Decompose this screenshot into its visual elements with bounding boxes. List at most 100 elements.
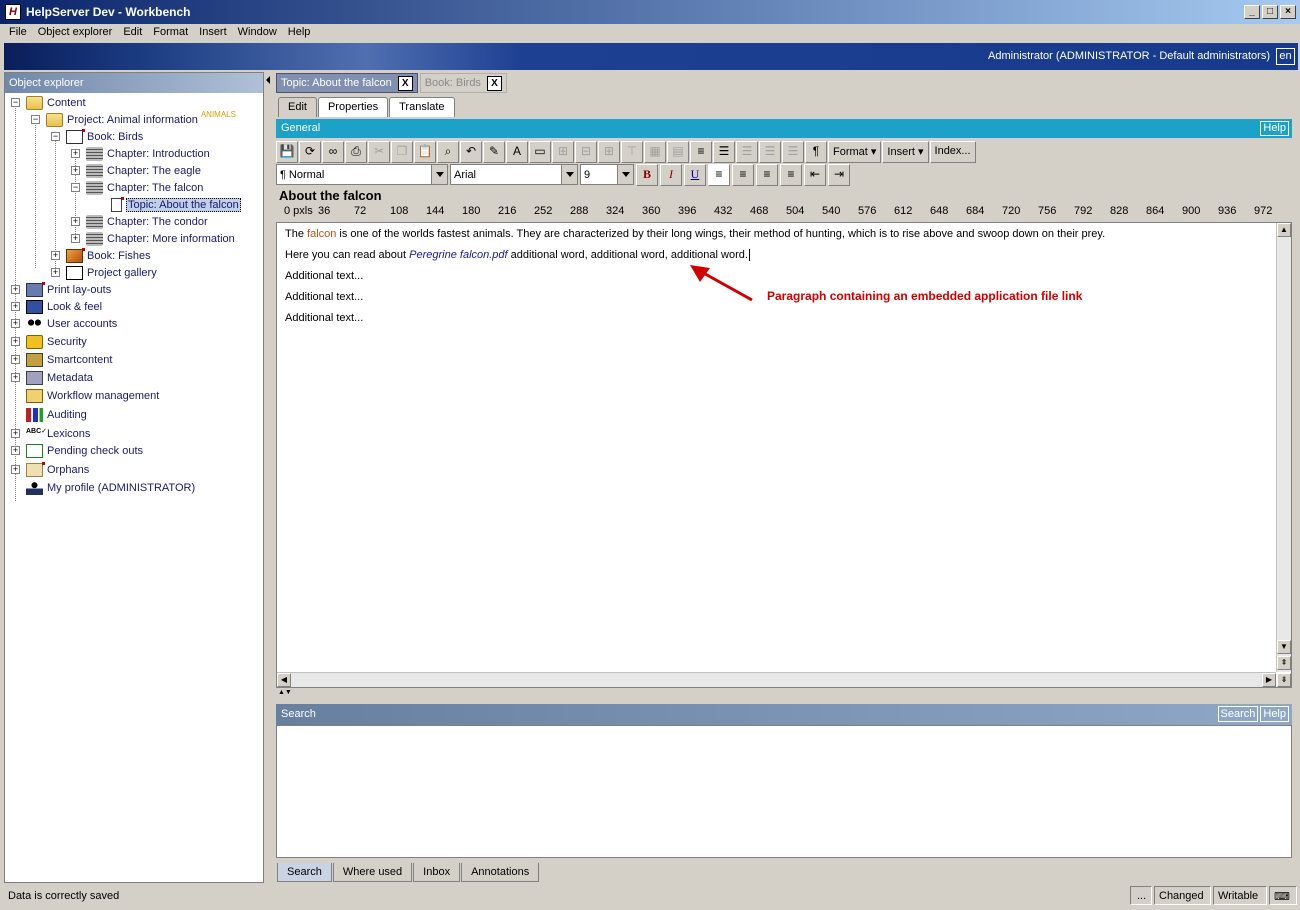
expand-icon[interactable]: + (11, 429, 20, 438)
refresh-icon[interactable]: ⟳ (299, 140, 321, 163)
tree-item-chapter-more[interactable]: + Chapter: More information (71, 230, 235, 247)
collapse-arrow-icon[interactable] (266, 76, 270, 84)
highlight-icon[interactable]: ✎ (483, 140, 505, 163)
paragraph-2[interactable]: Here you can read about Peregrine falcon… (285, 249, 750, 262)
expand-icon[interactable]: + (11, 465, 20, 474)
tab-where-used[interactable]: Where used (332, 863, 413, 882)
menu-insert[interactable]: Insert (194, 24, 233, 42)
tree-item-security[interactable]: + Security (11, 333, 87, 350)
tab-topic-about-falcon[interactable]: Topic: About the falcon X (276, 73, 418, 93)
expand-icon[interactable]: + (71, 217, 80, 226)
list-indent-icon[interactable]: ☰ (736, 140, 758, 163)
font-size-select[interactable]: 9 (580, 164, 634, 185)
tree-item-topic-falcon[interactable]: Topic: About the falcon (111, 196, 241, 213)
justify-icon[interactable]: ≡ (780, 163, 802, 186)
cut-icon[interactable]: ✂ (368, 140, 390, 163)
tree-item-chapter-eagle[interactable]: + Chapter: The eagle (71, 162, 201, 179)
paragraph-5[interactable]: Additional text... (285, 312, 363, 324)
paragraph-3[interactable]: Additional text... (285, 270, 363, 282)
expand-icon[interactable]: + (11, 302, 20, 311)
indent-icon[interactable]: ⇥ (828, 163, 850, 186)
save-icon[interactable]: 💾 (276, 140, 298, 163)
collapse-icon[interactable]: − (11, 98, 20, 107)
chevron-down-icon[interactable] (561, 165, 577, 184)
vertical-scrollbar[interactable]: ▲ ▼ ⇞ (1276, 223, 1291, 672)
tab-translate[interactable]: Translate (389, 97, 455, 117)
keyword-link[interactable]: falcon (307, 228, 336, 240)
tree-item-print-layouts[interactable]: + Print lay-outs (11, 281, 111, 298)
underline-button[interactable]: U (684, 163, 706, 186)
tree-item-book-fishes[interactable]: + Book: Fishes (51, 247, 151, 264)
font-color-icon[interactable]: A (506, 140, 528, 163)
search-results-area[interactable] (276, 725, 1292, 858)
tree-item-chapter-falcon[interactable]: − Chapter: The falcon (71, 179, 203, 196)
expand-icon[interactable]: + (11, 373, 20, 382)
tab-annotations[interactable]: Annotations (461, 863, 540, 882)
tab-book-birds[interactable]: Book: Birds X (419, 73, 507, 93)
split-cells-icon[interactable]: ▤ (667, 140, 689, 163)
tree-item-pending[interactable]: + Pending check outs (11, 442, 143, 459)
search-help-button[interactable]: Help (1260, 706, 1289, 722)
expand-icon[interactable]: + (11, 319, 20, 328)
delete-column-icon[interactable]: ⊞ (598, 140, 620, 163)
paragraph-style-select[interactable]: ¶ Normal (276, 164, 448, 185)
menu-object-explorer[interactable]: Object explorer (33, 24, 119, 42)
insert-row-icon[interactable]: ⊟ (575, 140, 597, 163)
menu-format[interactable]: Format (148, 24, 194, 42)
expand-icon[interactable]: + (11, 355, 20, 364)
merge-cells-icon[interactable]: ▦ (644, 140, 666, 163)
tree-item-chapter-condor[interactable]: + Chapter: The condor (71, 213, 208, 230)
align-right-icon[interactable]: ≡ (756, 163, 778, 186)
tab-inbox[interactable]: Inbox (413, 863, 461, 882)
expand-icon[interactable]: + (11, 285, 20, 294)
tree-item-metadata[interactable]: + Metadata (11, 369, 93, 386)
chevron-down-icon[interactable] (617, 165, 633, 184)
tree-item-content[interactable]: − Content (11, 94, 86, 111)
paragraph-1[interactable]: The falcon is one of the worlds fastest … (285, 228, 1105, 240)
menu-file[interactable]: File (4, 24, 33, 42)
preview-icon[interactable]: ∞ (322, 140, 344, 163)
insert-dropdown[interactable]: Insert ▾ (882, 140, 929, 163)
close-button[interactable]: × (1280, 5, 1296, 19)
tree-item-look-feel[interactable]: + Look & feel (11, 298, 102, 315)
pilcrow-icon[interactable]: ¶ (805, 140, 827, 163)
collapse-icon[interactable]: − (71, 183, 80, 192)
tree-item-smartcontent[interactable]: + Smartcontent (11, 351, 112, 368)
expand-icon[interactable]: + (51, 268, 60, 277)
menu-edit[interactable]: Edit (118, 24, 148, 42)
align-center-icon[interactable]: ≡ (732, 163, 754, 186)
index-button[interactable]: Index... (929, 140, 976, 163)
format-dropdown[interactable]: Format ▾ (828, 140, 882, 163)
tab-properties[interactable]: Properties (317, 97, 389, 117)
panel-splitter[interactable] (265, 72, 272, 883)
tree-item-my-profile[interactable]: My profile (ADMINISTRATOR) (26, 479, 195, 496)
font-family-select[interactable]: Arial (450, 164, 578, 185)
general-help-button[interactable]: Help (1260, 121, 1289, 136)
scroll-right-icon[interactable]: ▶ (1262, 673, 1276, 687)
find-icon[interactable]: ⌕ (437, 140, 459, 163)
insert-column-icon[interactable]: ⊞ (552, 140, 574, 163)
page-down-icon[interactable]: ⇟ (1277, 673, 1291, 687)
tree-item-user-accounts[interactable]: + User accounts (11, 315, 117, 332)
tree-item-book-birds[interactable]: − Book: Birds (51, 128, 143, 145)
tree-item-project-gallery[interactable]: + Project gallery (51, 264, 157, 281)
expand-icon[interactable]: + (51, 251, 60, 260)
table-icon[interactable]: ▭ (529, 140, 551, 163)
expand-icon[interactable]: + (71, 166, 80, 175)
outdent-icon[interactable]: ⇤ (804, 163, 826, 186)
language-button[interactable]: en (1276, 48, 1295, 65)
search-button[interactable]: Search (1217, 706, 1259, 722)
numbered-list-icon[interactable]: ≡ (690, 140, 712, 163)
file-link[interactable]: Peregrine falcon.pdf (409, 249, 507, 261)
minimize-button[interactable]: _ (1244, 5, 1260, 19)
bold-button[interactable]: B (636, 163, 658, 186)
expand-icon[interactable]: + (11, 337, 20, 346)
close-tab-icon[interactable]: X (486, 75, 502, 91)
menu-window[interactable]: Window (233, 24, 283, 42)
print-icon[interactable]: ⎙ (345, 140, 367, 163)
paragraph-4[interactable]: Additional text... (285, 291, 363, 303)
scroll-down-icon[interactable]: ▼ (1277, 640, 1291, 654)
bullet-list-icon[interactable]: ☰ (713, 140, 735, 163)
scroll-up-icon[interactable]: ▲ (1277, 223, 1291, 237)
copy-icon[interactable]: ❐ (391, 140, 413, 163)
